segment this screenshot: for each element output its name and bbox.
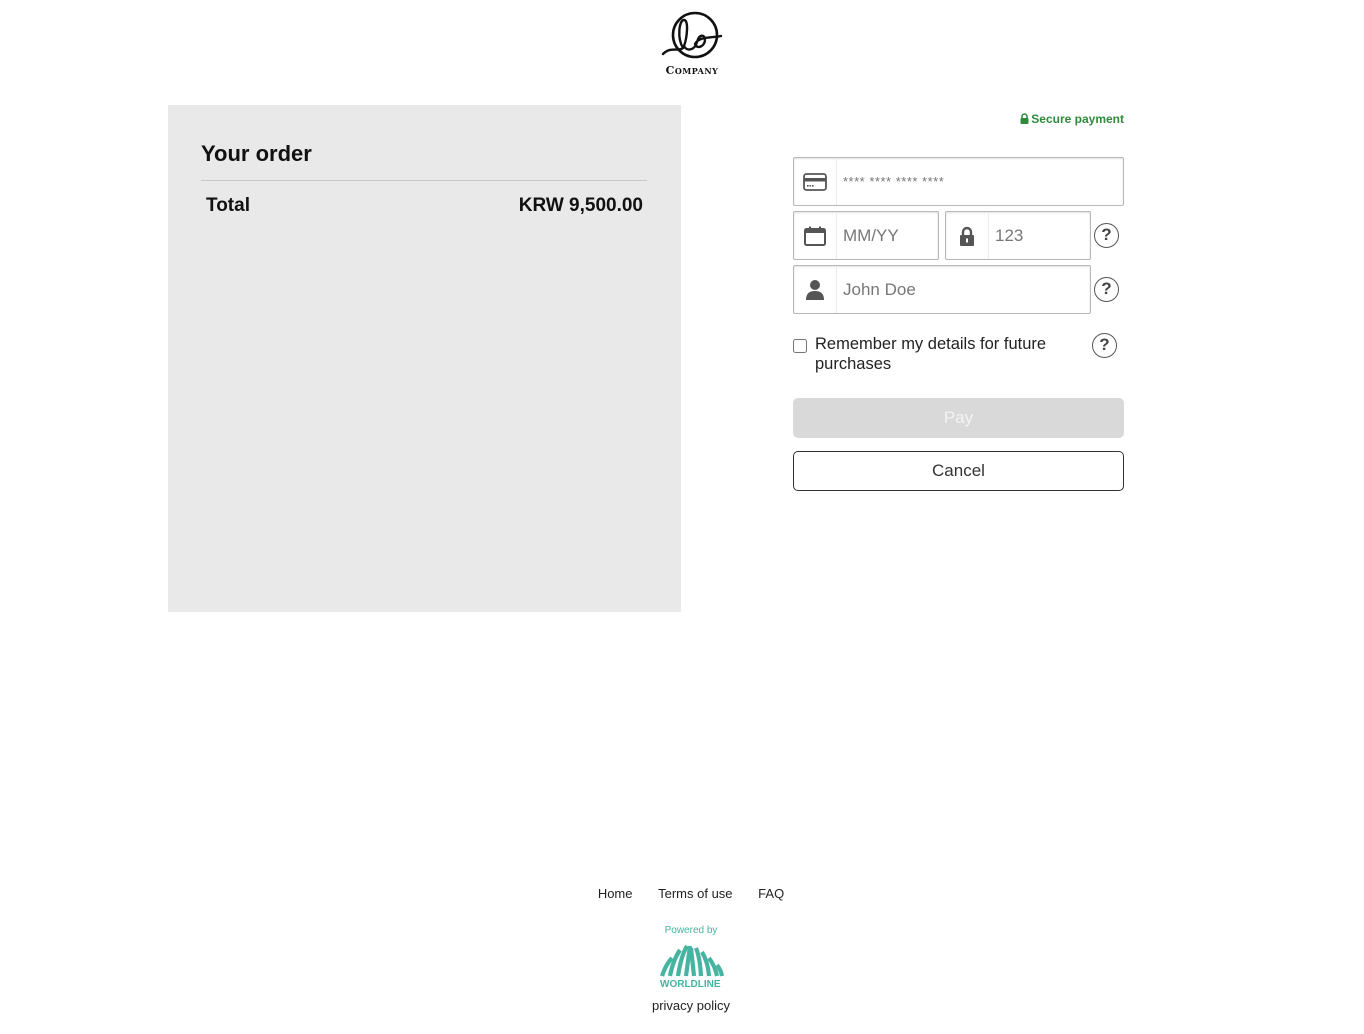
company-logo-text: Company xyxy=(665,64,719,77)
cvv-input[interactable] xyxy=(989,212,1090,259)
expiry-input[interactable] xyxy=(837,212,938,259)
company-logo: Company xyxy=(652,8,732,80)
footer-link-faq[interactable]: FAQ xyxy=(758,886,784,901)
calendar-icon xyxy=(794,212,837,259)
privacy-policy-link[interactable]: privacy policy xyxy=(652,998,730,1013)
order-summary-panel: Your order Total KRW 9,500.00 xyxy=(168,105,681,612)
expiry-field[interactable] xyxy=(793,211,939,260)
cancel-button[interactable]: Cancel xyxy=(793,451,1124,491)
footer-link-terms[interactable]: Terms of use xyxy=(658,886,732,901)
secure-payment-badge: Secure payment xyxy=(1000,112,1124,126)
remember-details-label[interactable]: Remember my details for future purchases xyxy=(815,334,1073,374)
remember-details-checkbox[interactable] xyxy=(793,339,807,353)
secure-payment-label: Secure payment xyxy=(1031,112,1124,126)
worldline-wordmark: WORLDLINE xyxy=(660,979,721,990)
pay-button[interactable]: Pay xyxy=(793,398,1124,438)
remember-details-row: Remember my details for future purchases xyxy=(793,334,1073,374)
cardholder-name-input[interactable] xyxy=(837,266,1090,313)
cvv-field[interactable] xyxy=(945,211,1091,260)
order-total-value: KRW 9,500.00 xyxy=(518,195,643,216)
cardholder-help-button[interactable]: ? xyxy=(1094,277,1119,302)
cvv-help-button[interactable]: ? xyxy=(1094,223,1119,248)
company-logo-icon xyxy=(661,11,723,59)
privacy-policy: privacy policy xyxy=(0,998,1364,1013)
card-number-field[interactable] xyxy=(793,157,1124,206)
footer-links: Home Terms of use FAQ xyxy=(0,886,1364,901)
order-title: Your order xyxy=(201,141,312,166)
worldline-logo: WORLDLINE xyxy=(656,940,726,990)
user-icon xyxy=(794,266,837,313)
card-number-input[interactable] xyxy=(837,158,1123,205)
order-divider xyxy=(201,180,647,181)
order-total-label: Total xyxy=(206,195,250,216)
worldline-logo-icon: WORLDLINE xyxy=(660,944,725,990)
powered-by-label: Powered by xyxy=(664,925,718,936)
credit-card-icon xyxy=(794,158,837,205)
lock-icon xyxy=(1020,113,1029,124)
lock-icon xyxy=(946,212,989,259)
remember-help-button[interactable]: ? xyxy=(1092,333,1117,358)
cardholder-name-field[interactable] xyxy=(793,265,1091,314)
footer-link-home[interactable]: Home xyxy=(598,886,633,901)
